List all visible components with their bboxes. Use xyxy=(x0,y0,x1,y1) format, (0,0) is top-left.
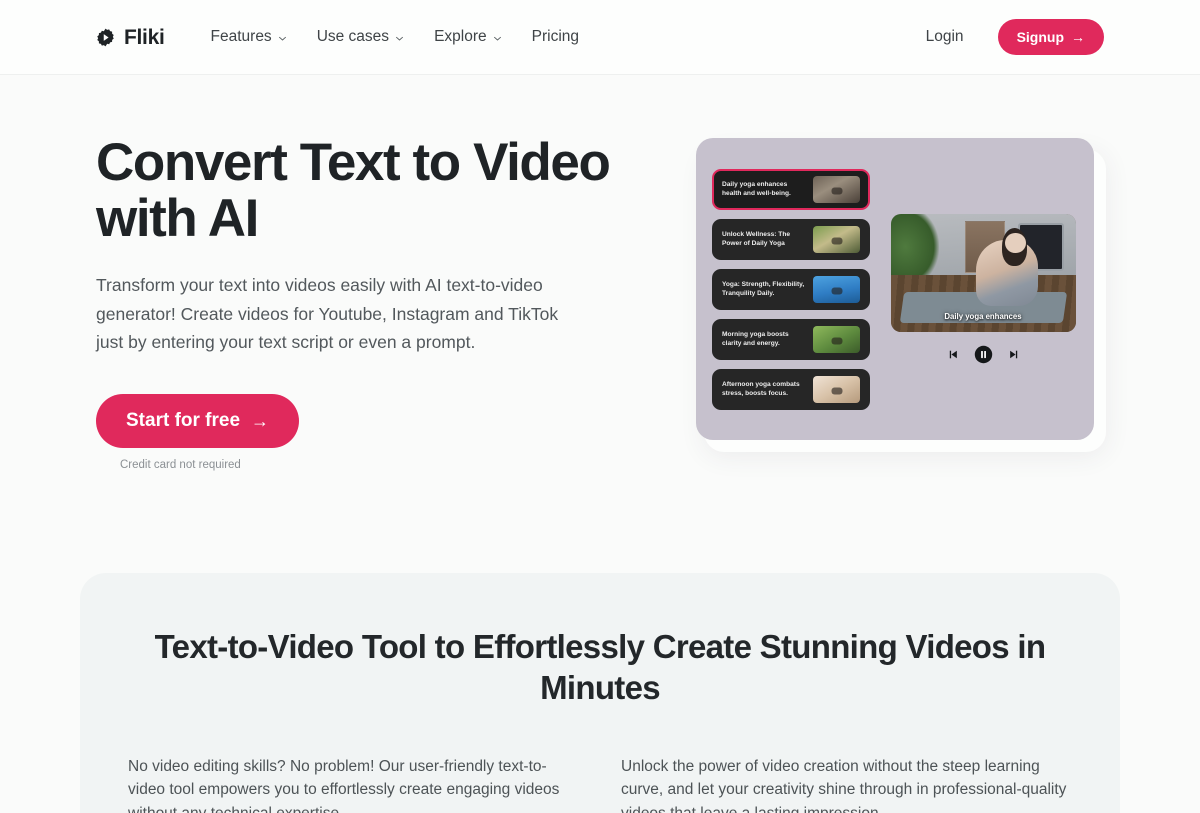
start-for-free-button[interactable]: Start for free → xyxy=(96,394,300,449)
scene-card[interactable]: Afternoon yoga combats stress, boosts fo… xyxy=(712,368,870,410)
scene-card[interactable]: Yoga: Strength, Flexibility, Tranquility… xyxy=(712,268,870,310)
section-paragraph: No video editing skills? No problem! Our… xyxy=(128,757,560,813)
next-track-icon[interactable] xyxy=(1008,348,1021,361)
player-scene-head xyxy=(1005,232,1026,253)
brand-name: Fliki xyxy=(124,25,165,49)
chevron-down-icon xyxy=(493,32,502,43)
scene-list: Daily yoga enhances health and well-bein… xyxy=(712,168,870,410)
section-column-right: Unlock the power of video creation witho… xyxy=(621,755,1072,813)
scene-card-text: Daily yoga enhances health and well-bein… xyxy=(722,180,791,197)
nav-item-pricing[interactable]: Pricing xyxy=(532,28,579,46)
thumbnail-figure xyxy=(831,187,842,195)
page-title: Convert Text to Video with AI xyxy=(96,133,611,249)
scene-card-text: Morning yoga boosts clarity and energy. xyxy=(722,330,789,347)
thumbnail-figure xyxy=(831,237,842,245)
player-caption: Daily yoga enhances xyxy=(944,312,1022,322)
cta-note: Credit card not required xyxy=(120,459,241,472)
scene-card[interactable]: Morning yoga boosts clarity and energy. xyxy=(712,318,870,360)
nav-item-features[interactable]: Features xyxy=(211,28,287,46)
chevron-down-icon xyxy=(278,32,287,43)
thumbnail-figure xyxy=(831,337,842,345)
arrow-right-icon: → xyxy=(1071,29,1085,45)
brand-logo[interactable]: Fliki xyxy=(96,27,165,48)
previous-track-icon[interactable] xyxy=(946,348,959,361)
arrow-right-icon: → xyxy=(251,411,270,432)
section-columns: No video editing skills? No problem! Our… xyxy=(128,755,1072,813)
nav-item-pricing-label: Pricing xyxy=(531,28,580,45)
hero-section: Convert Text to Video with AI Transform … xyxy=(0,75,1200,471)
nav-item-use-cases-label: Use cases xyxy=(316,28,390,45)
nav-links: Features Use cases Explore Pricing xyxy=(211,28,580,46)
player-column: Daily yoga enhances xyxy=(888,214,1078,364)
hero-copy: Convert Text to Video with AI Transform … xyxy=(96,133,616,472)
features-section: Text-to-Video Tool to Effortlessly Creat… xyxy=(80,573,1120,813)
login-link[interactable]: Login xyxy=(926,28,964,46)
section-paragraph: Unlock the power of video creation witho… xyxy=(621,757,1067,813)
scene-thumbnail xyxy=(813,225,860,253)
scene-card-text: Yoga: Strength, Flexibility, Tranquility… xyxy=(722,280,805,297)
nav-actions: Login Signup → xyxy=(926,19,1104,55)
nav-item-use-cases[interactable]: Use cases xyxy=(317,28,404,46)
nav-item-explore-label: Explore xyxy=(434,28,487,45)
fliki-gear-play-logo-icon xyxy=(96,28,115,47)
nav-item-features-label: Features xyxy=(210,28,272,45)
player-controls xyxy=(946,345,1021,364)
scene-thumbnail xyxy=(813,175,860,203)
scene-card[interactable]: Daily yoga enhances health and well-bein… xyxy=(712,168,870,210)
scene-thumbnail xyxy=(813,275,860,303)
hero-subtitle: Transform your text into videos easily w… xyxy=(96,275,559,353)
scene-card-text: Unlock Wellness: The Power of Daily Yoga xyxy=(722,230,791,247)
scene-thumbnail xyxy=(813,375,860,403)
scene-thumbnail xyxy=(813,325,860,353)
video-preview-panel: Daily yoga enhances health and well-bein… xyxy=(696,138,1094,440)
signup-button-label: Signup xyxy=(1016,29,1064,45)
section-column-left: No video editing skills? No problem! Our… xyxy=(128,755,579,813)
video-player[interactable]: Daily yoga enhances xyxy=(890,214,1076,332)
section-title: Text-to-Video Tool to Effortlessly Creat… xyxy=(154,628,1046,706)
top-navbar: Fliki Features Use cases Explore Pricing… xyxy=(0,0,1200,75)
thumbnail-figure xyxy=(831,387,842,395)
scene-card[interactable]: Unlock Wellness: The Power of Daily Yoga xyxy=(712,218,870,260)
signup-button[interactable]: Signup → xyxy=(997,19,1104,55)
video-preview-wrap: Daily yoga enhances health and well-bein… xyxy=(696,135,1106,452)
nav-item-explore[interactable]: Explore xyxy=(434,28,502,46)
pause-icon[interactable] xyxy=(974,345,993,364)
chevron-down-icon xyxy=(395,32,404,43)
scene-card-text: Afternoon yoga combats stress, boosts fo… xyxy=(722,380,800,397)
start-for-free-label: Start for free xyxy=(126,410,241,432)
thumbnail-figure xyxy=(831,287,842,295)
